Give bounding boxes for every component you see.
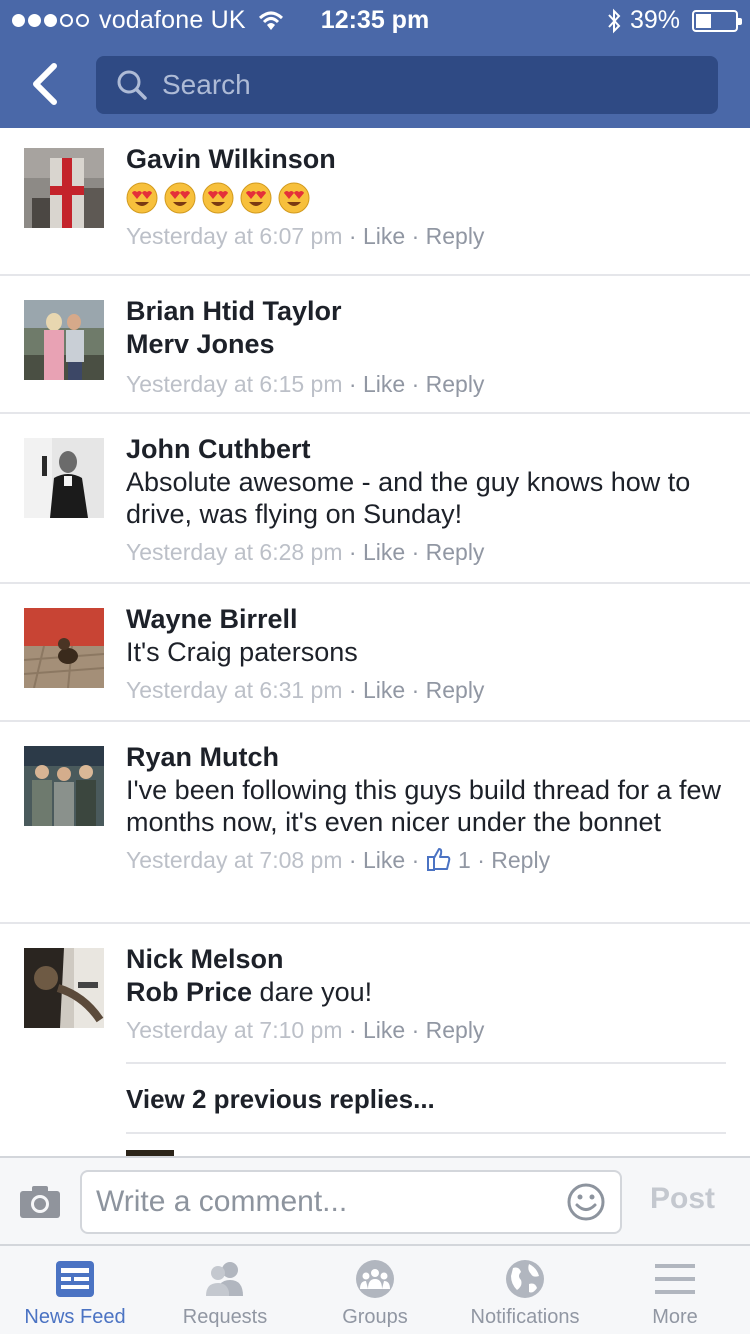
heart-eyes-emoji-icon: [240, 182, 272, 214]
comment-input[interactable]: [80, 1170, 622, 1234]
avatar[interactable]: [24, 746, 104, 826]
top-navigation-bar: vodafone UK 12:35 pm 39% Search: [0, 0, 750, 128]
friend-requests-icon: [206, 1262, 243, 1296]
tab-more[interactable]: More: [600, 1246, 750, 1334]
reply-link[interactable]: Reply: [426, 223, 485, 249]
back-chevron-icon[interactable]: [26, 62, 66, 106]
comment-item: Wayne Birrell It's Craig patersons Yeste…: [0, 584, 750, 722]
tab-label: Requests: [182, 1306, 268, 1328]
tagged-user-link[interactable]: Merv Jones: [126, 329, 275, 359]
status-right: 39%: [606, 6, 742, 35]
camera-icon[interactable]: [18, 1184, 62, 1220]
comment-timestamp[interactable]: Yesterday at 6:07 pm: [126, 223, 343, 249]
like-link[interactable]: Like: [363, 677, 405, 703]
reply-link[interactable]: Reply: [426, 371, 485, 397]
avatar[interactable]: [24, 438, 104, 518]
comment-timestamp[interactable]: Yesterday at 7:10 pm: [126, 1017, 343, 1043]
comment-author[interactable]: Gavin Wilkinson: [126, 142, 726, 176]
status-bar: vodafone UK 12:35 pm 39%: [0, 0, 750, 40]
news-feed-icon: [56, 1261, 94, 1297]
reply-link[interactable]: Reply: [426, 1017, 485, 1043]
search-input[interactable]: Search: [96, 56, 718, 114]
search-icon: [117, 70, 147, 100]
avatar[interactable]: [24, 300, 104, 380]
like-link[interactable]: Like: [363, 223, 405, 249]
like-link[interactable]: Like: [363, 1017, 405, 1043]
post-button[interactable]: Post: [650, 1182, 715, 1216]
comment-item: Ryan Mutch I've been following this guys…: [0, 722, 750, 924]
comment-text: Rob Price dare you!: [126, 976, 726, 1008]
comment-author[interactable]: Wayne Birrell: [126, 602, 726, 636]
heart-eyes-emoji-icon: [126, 182, 158, 214]
tab-notifications[interactable]: Notifications: [450, 1246, 600, 1334]
tab-requests[interactable]: Requests: [150, 1246, 300, 1334]
tab-groups[interactable]: Groups: [300, 1246, 450, 1334]
comment-text: I've been following this guys build thre…: [126, 775, 722, 837]
comment-author[interactable]: Brian Htid Taylor: [126, 294, 726, 328]
battery-icon: [692, 9, 742, 32]
bluetooth-icon: [608, 8, 621, 33]
comment-meta: Yesterday at 6:31 pm · Like · Reply: [126, 677, 485, 703]
view-previous-replies-link[interactable]: View 2 previous replies...: [126, 1062, 726, 1134]
tab-label: More: [652, 1306, 698, 1328]
menu-icon: [655, 1264, 695, 1294]
comment-item: John Cuthbert Absolute awesome - and the…: [0, 414, 750, 584]
comment-item: Gavin Wilkinson Yesterday at 6:07 pm · L…: [0, 128, 750, 276]
comment-timestamp[interactable]: Yesterday at 6:15 pm: [126, 371, 343, 397]
reply-link[interactable]: Reply: [426, 539, 485, 565]
comment-text: It's Craig patersons: [126, 637, 358, 667]
emoji-row: [126, 182, 726, 214]
comment-meta: Yesterday at 6:07 pm · Like · Reply: [126, 223, 485, 249]
like-count[interactable]: 1: [458, 847, 471, 873]
tab-label: News Feed: [24, 1306, 126, 1328]
tab-label: Groups: [342, 1306, 408, 1328]
like-link[interactable]: Like: [363, 539, 405, 565]
comment-author[interactable]: Nick Melson: [126, 942, 726, 976]
battery-percentage: 39%: [629, 6, 680, 34]
tab-label: Notifications: [470, 1306, 580, 1328]
reply-link[interactable]: Reply: [491, 847, 550, 873]
comment-author[interactable]: Ryan Mutch: [126, 740, 726, 774]
like-link[interactable]: Like: [363, 847, 405, 873]
smiley-icon[interactable]: [566, 1182, 606, 1222]
avatar[interactable]: [24, 148, 104, 228]
comment-text: Merv Jones: [126, 328, 726, 360]
comment-item: Brian Htid Taylor Merv Jones Yesterday a…: [0, 276, 750, 414]
avatar[interactable]: [24, 948, 104, 1028]
like-link[interactable]: Like: [363, 371, 405, 397]
comment-timestamp[interactable]: Yesterday at 6:31 pm: [126, 677, 343, 703]
comment-timestamp[interactable]: Yesterday at 6:28 pm: [126, 539, 343, 565]
comment-timestamp[interactable]: Yesterday at 7:08 pm: [126, 847, 343, 873]
heart-eyes-emoji-icon: [202, 182, 234, 214]
comment-text-body: dare you!: [252, 977, 373, 1007]
heart-eyes-emoji-icon: [278, 182, 310, 214]
bottom-tab-bar: News Feed Requests Groups Notifications …: [0, 1246, 750, 1334]
reply-link[interactable]: Reply: [426, 677, 485, 703]
comment-author[interactable]: John Cuthbert: [126, 432, 726, 466]
comment-meta: Yesterday at 7:08 pm · Like · 1 · Reply: [126, 847, 551, 873]
avatar[interactable]: [24, 608, 104, 688]
globe-icon: [506, 1260, 544, 1298]
heart-eyes-emoji-icon: [164, 182, 196, 214]
tab-news-feed[interactable]: News Feed: [0, 1246, 150, 1334]
comment-meta: Yesterday at 7:10 pm · Like · Reply: [126, 1017, 485, 1043]
comment-meta: Yesterday at 6:15 pm · Like · Reply: [126, 371, 485, 397]
thumbs-up-icon: [426, 848, 450, 871]
comment-text: Absolute awesome - and the guy knows how…: [126, 467, 691, 529]
groups-icon: [356, 1260, 394, 1298]
search-placeholder: Search: [162, 69, 251, 100]
comments-list: Gavin Wilkinson Yesterday at 6:07 pm · L…: [0, 128, 750, 1156]
comment-composer: Post: [0, 1156, 750, 1246]
tagged-user-link[interactable]: Rob Price: [126, 977, 252, 1007]
comment-meta: Yesterday at 6:28 pm · Like · Reply: [126, 539, 485, 565]
